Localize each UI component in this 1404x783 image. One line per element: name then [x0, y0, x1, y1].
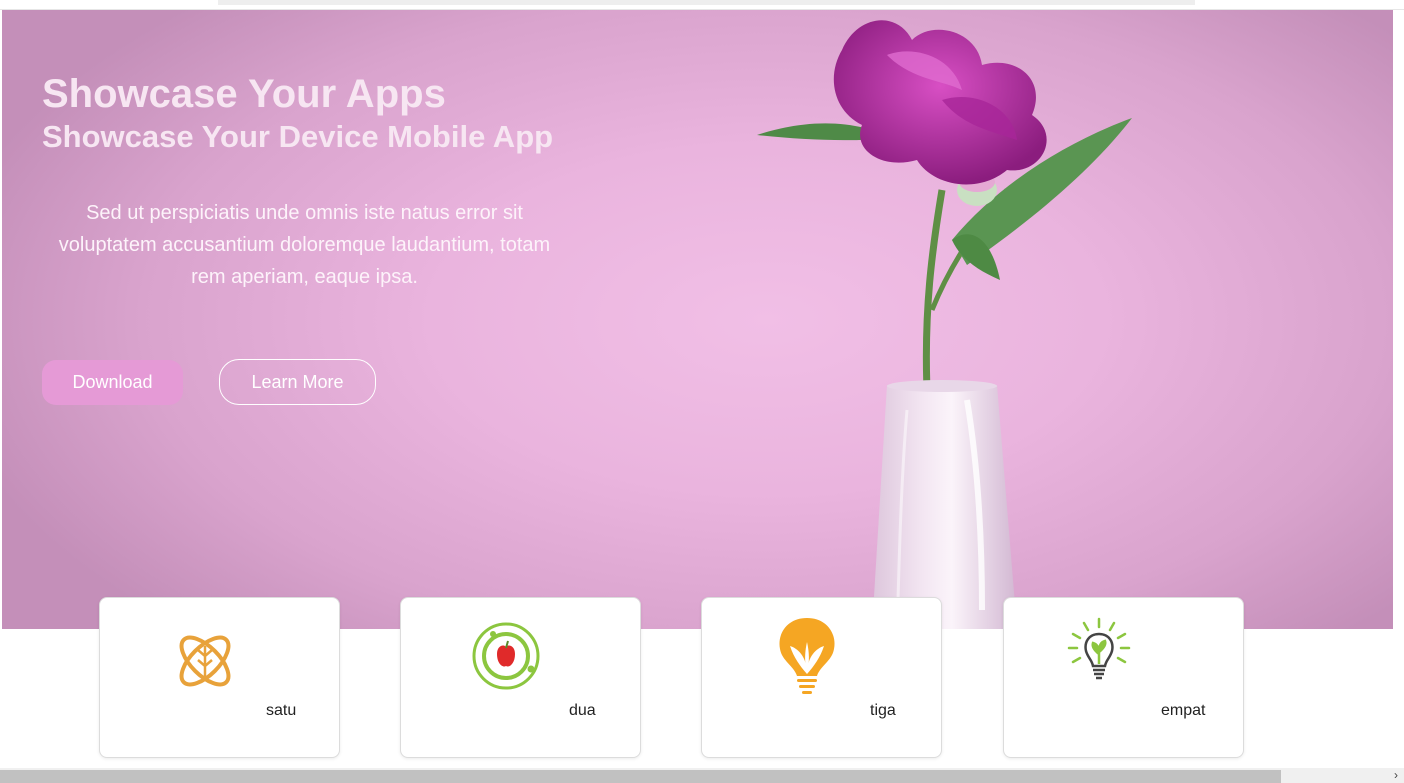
- feature-card-dua[interactable]: dua: [400, 597, 641, 758]
- scroll-right-arrow-icon[interactable]: ›: [1390, 768, 1402, 783]
- feature-card-empat[interactable]: empat: [1003, 597, 1244, 758]
- page-right-edge: [1393, 10, 1404, 768]
- atom-leaf-icon: [179, 635, 231, 687]
- learn-more-button[interactable]: Learn More: [219, 359, 376, 405]
- flower-vase-image: [757, 20, 1132, 629]
- hero-description: Sed ut perspiciatis unde omnis iste natu…: [58, 202, 551, 288]
- apple-orbit-icon: [472, 622, 540, 690]
- feature-card-satu[interactable]: satu: [99, 597, 340, 758]
- card-label: tiga: [870, 702, 896, 719]
- hero-banner: Showcase Your Apps Showcase Your Device …: [2, 10, 1393, 629]
- horizontal-scrollbar[interactable]: ›: [0, 768, 1404, 783]
- card-label: satu: [266, 702, 297, 719]
- lightbulb-sprout-icon: [1067, 617, 1131, 680]
- bulb-leaf-icon: [779, 618, 835, 694]
- scrollbar-thumb[interactable]: [0, 770, 1281, 783]
- card-label: dua: [569, 702, 596, 719]
- top-strip-bar: [218, 0, 1195, 5]
- download-button[interactable]: Download: [42, 360, 183, 405]
- hero-subtitle: Showcase Your Device Mobile App: [42, 119, 554, 154]
- hero-title: Showcase Your Apps: [42, 72, 446, 116]
- feature-card-tiga[interactable]: tiga: [701, 597, 942, 758]
- card-label: empat: [1161, 702, 1206, 719]
- browser-top-strip: [0, 0, 1404, 10]
